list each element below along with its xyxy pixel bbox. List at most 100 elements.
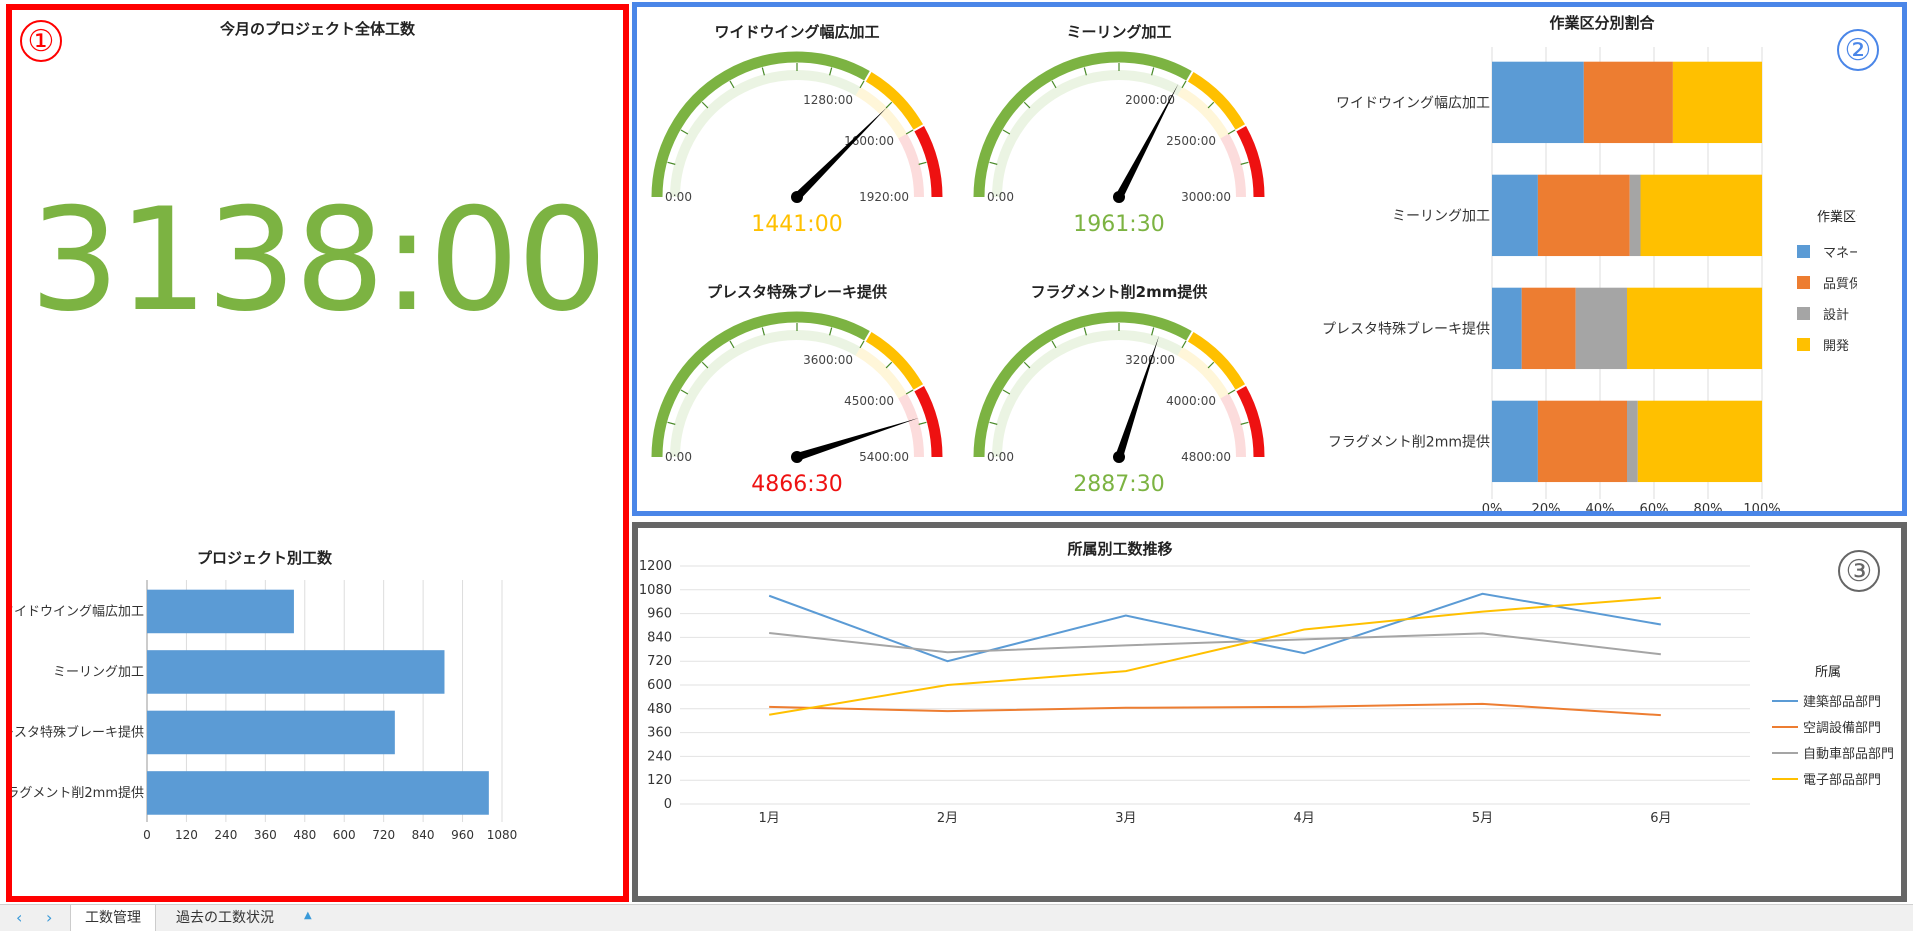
gauge-minor-tick (680, 129, 689, 135)
x-tick-label: 6月 (1650, 811, 1671, 826)
gauge: ワイドウイング幅広加工0:001280:001600:001920:001441… (651, 23, 943, 237)
stacked-bar-segment (1637, 400, 1762, 483)
y-tick-label: 600 (647, 678, 672, 693)
legend-swatch (1797, 307, 1810, 320)
legend-label: 品質保障 (1823, 277, 1857, 292)
gauge: プレスタ特殊ブレーキ提供 0:00 3600:00 4500:00 5400:00 486… (651, 283, 943, 497)
gauge-title: プレスタ特殊ブレーキ提供 (707, 283, 887, 301)
gauge-minor-tick (701, 361, 709, 369)
legend-swatch (1797, 245, 1810, 258)
gauge-value: 1441:00 (751, 212, 842, 237)
y-tick-label: 0 (664, 797, 672, 812)
x-tick-label: 2月 (937, 811, 958, 826)
y-category-label: ミーリング加工 (53, 665, 144, 680)
gauge-needle-hub (791, 451, 803, 463)
legend-label: 開発 (1823, 339, 1849, 354)
gauge-tick-label: 5400:00 (859, 450, 909, 464)
y-tick-label: 240 (647, 749, 672, 764)
gauge-minor-tick (1151, 327, 1155, 336)
sheet-tab-current[interactable]: 工数管理 (70, 905, 156, 931)
gauge-band (898, 393, 924, 458)
gauge-minor-tick (1083, 327, 1087, 336)
legend-swatch (1797, 338, 1810, 351)
project-gauges-panel: ② ワイドウイング幅広加工 0:00 1280:00 1600:00 1920:00 14… (632, 2, 1907, 516)
x-tick-label: 0% (1482, 502, 1503, 511)
sheet-list-menu-icon[interactable]: ▲ (304, 910, 312, 921)
y-tick-label: 360 (647, 726, 672, 741)
y-category-label: ミーリング加工 (1392, 208, 1490, 224)
x-tick-label: 720 (372, 828, 395, 842)
gauge-minor-tick (1207, 361, 1215, 369)
department-hours-line-chart: 所属別工数推移 0 120 240 360 480 600 720 840 960 1080 1200… (639, 540, 1894, 826)
gauge-minor-tick (667, 421, 676, 425)
gauge-minor-tick (729, 80, 735, 89)
gauge-minor-tick (1181, 80, 1187, 89)
x-tick-label: 360 (254, 828, 277, 842)
x-tick-label: 0 (143, 828, 151, 842)
gauge-tick-label: 4000:00 (1166, 394, 1216, 408)
legend-label: 自動車部品部門 (1803, 747, 1894, 762)
tab-prev-icon[interactable]: ‹ (16, 908, 22, 927)
gauge-minor-tick (761, 67, 765, 76)
gauge-minor-tick (918, 161, 927, 165)
stacked-bar-segment (1627, 287, 1762, 370)
x-tick-label: 40% (1586, 502, 1615, 511)
gauge-minor-tick (918, 421, 927, 425)
gauge: ミーリング加工0:002000:002500:003000:001961:30 (973, 23, 1265, 237)
legend-swatch (1797, 276, 1810, 289)
gauge-value: 4866:30 (751, 472, 842, 497)
gauge-minor-tick (1181, 340, 1187, 349)
gauge-band (1220, 393, 1246, 458)
y-tick-label: 1200 (639, 559, 672, 574)
sheet-tab-bar: ‹ › 工数管理 過去の工数状況 ▲ (0, 904, 1913, 931)
total-hours-value: 3138:00 (29, 178, 608, 343)
x-tick-label: 100% (1743, 502, 1780, 511)
legend-title: 作業区分 (1817, 209, 1857, 225)
department-trend-panel: ③ 所属別工数推移 0 120 240 360 480 600 720 840 960 1080 12… (632, 522, 1907, 902)
gauge-needle (794, 106, 888, 200)
project-total-panel: ① 今月のプロジェクト全体工数 3138:00 プロジェクト別工数 0 120 240… (6, 4, 629, 902)
gauge-minor-tick (1051, 340, 1057, 349)
gauge-tick-label: 3600:00 (803, 353, 853, 367)
gauge-minor-tick (1227, 129, 1236, 135)
x-tick-label: 3月 (1115, 811, 1136, 826)
gauge-band (898, 133, 924, 198)
sheet-tab-history[interactable]: 過去の工数状況 (162, 905, 288, 931)
legend-label: 設計 (1823, 307, 1849, 323)
gauge-tick-label: 4500:00 (844, 394, 894, 408)
gauge-title: フラグメント削2mm提供 (1031, 283, 1208, 301)
gauge-minor-tick (667, 161, 676, 165)
x-tick-label: 5月 (1472, 811, 1493, 826)
y-tick-label: 1080 (639, 583, 672, 598)
gauge-value: 1961:30 (1073, 212, 1164, 237)
legend-label: 建築部品部門 (1803, 695, 1881, 710)
gauge-minor-tick (1151, 67, 1155, 76)
gauge-tick-label: 0:00 (665, 190, 692, 204)
gauge-title: ワイドウイング幅広加工 (714, 23, 879, 41)
gauges-area: ワイドウイング幅広加工0:001280:001600:001920:001441… (651, 23, 1265, 497)
x-tick-label: 960 (451, 828, 474, 842)
x-tick-label: 840 (412, 828, 435, 842)
gauge-minor-tick (829, 67, 833, 76)
gauge-needle-hub (1113, 451, 1125, 463)
bar (147, 710, 395, 755)
gauge-minor-tick (859, 80, 865, 89)
tab-next-icon[interactable]: › (46, 908, 52, 927)
y-tick-label: 720 (647, 654, 672, 669)
gauge-minor-tick (1023, 101, 1031, 109)
gauge-minor-tick (1240, 421, 1249, 425)
gauge-minor-tick (885, 361, 893, 369)
project-hours-bar-chart: プロジェクト別工数 0 120 240 360 480 600 720 840 960 1080 ワイ… (12, 549, 517, 842)
gauge-minor-tick (1207, 101, 1215, 109)
gauge-minor-tick (1002, 129, 1011, 135)
stacked-bar-segment (1583, 61, 1673, 144)
gauge-band (1220, 133, 1246, 198)
gauge-minor-tick (905, 389, 914, 395)
bar (147, 589, 294, 634)
series-line (769, 596, 1661, 716)
gauge-minor-tick (1023, 361, 1031, 369)
gauge-value: 2887:30 (1073, 472, 1164, 497)
y-category-label: フラグメント削2mm提供 (1328, 434, 1490, 450)
y-category-label: プレスタ特殊ブレーキ提供 (12, 724, 144, 740)
stacked-bar-segment (1575, 287, 1627, 370)
